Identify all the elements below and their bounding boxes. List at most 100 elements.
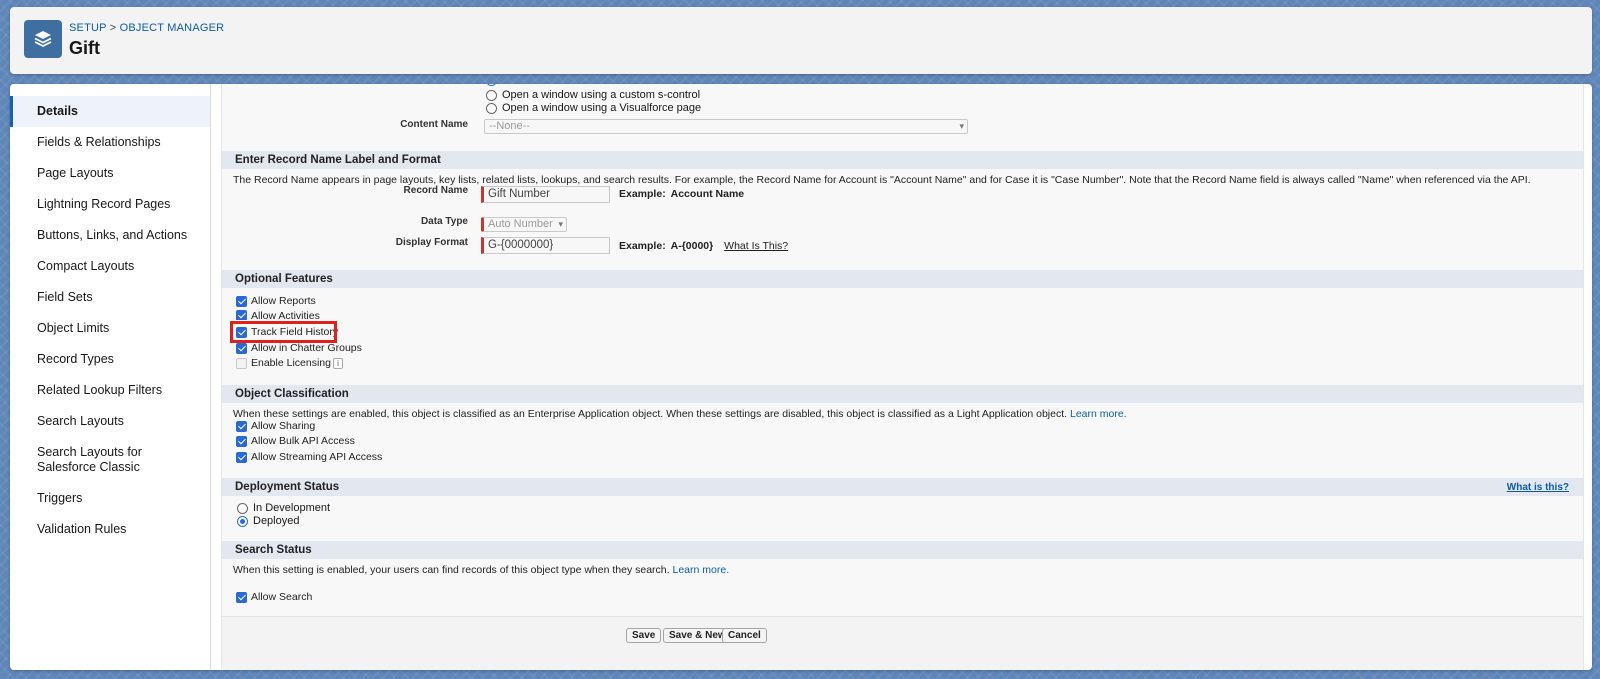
breadcrumb-setup[interactable]: SETUP (69, 22, 106, 34)
display-format-input[interactable]: G-{0000000} (481, 237, 610, 254)
allow-search-checkbox-row[interactable]: Allow Search (236, 591, 312, 603)
sidebar-item-buttons-links-actions[interactable]: Buttons, Links, and Actions (10, 220, 210, 251)
allow-search-checkbox[interactable] (236, 591, 247, 603)
sidebar-item-details[interactable]: Details (10, 96, 210, 127)
breadcrumb-object-manager[interactable]: OBJECT MANAGER (120, 22, 225, 34)
deployed-option[interactable]: Deployed (237, 515, 299, 527)
object-classification-learn-more-link[interactable]: Learn more. (1070, 408, 1127, 420)
record-name-example: Example: Account Name (619, 188, 746, 200)
sidebar-item-related-lookup-filters[interactable]: Related Lookup Filters (10, 375, 210, 406)
save-button[interactable]: Save (626, 628, 662, 643)
radio-s-control[interactable] (486, 89, 497, 101)
record-name-input[interactable]: Gift Number (481, 186, 610, 203)
deployment-what-is-this-link[interactable]: What is this? (1507, 482, 1569, 493)
section-deployment-status: Deployment Status What is this? (222, 478, 1583, 496)
form-button-bar: Save Save & New Cancel (222, 616, 1583, 670)
allow-chatter-groups-label: Allow in Chatter Groups (251, 342, 362, 354)
allow-bulk-api-label: Allow Bulk API Access (251, 435, 355, 447)
section-search-status: Search Status (222, 541, 1583, 559)
radio-standard-help[interactable] (486, 84, 497, 86)
enable-licensing-checkbox-row[interactable]: Enable Licensing i (236, 357, 343, 369)
sidebar-item-object-limits[interactable]: Object Limits (10, 313, 210, 344)
cancel-button[interactable]: Cancel (722, 628, 767, 643)
sidebar-item-fields-relationships[interactable]: Fields & Relationships (10, 127, 210, 158)
section-optional-features-title: Optional Features (235, 273, 333, 285)
sidebar-item-search-layouts-classic[interactable]: Search Layouts for Salesforce Classic (10, 437, 200, 483)
breadcrumb: SETUP > OBJECT MANAGER (69, 22, 224, 34)
allow-sharing-checkbox[interactable] (236, 420, 247, 432)
sidebar-item-page-layouts[interactable]: Page Layouts (10, 158, 210, 189)
record-name-label: Record Name (403, 185, 468, 196)
in-development-radio[interactable] (237, 502, 248, 514)
allow-chatter-groups-checkbox-row[interactable]: Allow in Chatter Groups (236, 342, 362, 354)
sidebar-item-search-layouts[interactable]: Search Layouts (10, 406, 210, 437)
help-option-visualforce-label: Open a window using a Visualforce page (502, 102, 702, 114)
in-development-label: In Development (253, 502, 331, 514)
chevron-down-icon: ▾ (558, 219, 563, 229)
sidebar-item-triggers[interactable]: Triggers (10, 483, 210, 514)
allow-reports-checkbox-row[interactable]: Allow Reports (236, 295, 316, 307)
sidebar-item-field-sets[interactable]: Field Sets (10, 282, 210, 313)
allow-streaming-api-checkbox[interactable] (236, 451, 247, 463)
section-object-classification-title: Object Classification (235, 388, 349, 400)
enable-licensing-label: Enable Licensing (251, 357, 331, 369)
allow-bulk-api-checkbox[interactable] (236, 435, 247, 447)
data-type-label: Data Type (420, 216, 468, 227)
in-development-option[interactable]: In Development (237, 502, 330, 514)
content-name-select[interactable]: --None-- ▾ (484, 119, 968, 134)
help-setting-option-clipped[interactable] (486, 84, 497, 86)
allow-sharing-label: Allow Sharing (251, 420, 316, 432)
sidebar-item-lightning-record-pages[interactable]: Lightning Record Pages (10, 189, 210, 220)
page-title: Gift (69, 38, 100, 58)
enable-licensing-checkbox[interactable] (236, 357, 247, 369)
allow-reports-label: Allow Reports (251, 295, 316, 307)
section-record-name-title: Enter Record Name Label and Format (235, 154, 441, 166)
search-status-learn-more-link[interactable]: Learn more. (673, 564, 730, 576)
search-status-description: When this setting is enabled, your users… (233, 564, 729, 576)
sidebar-item-compact-layouts[interactable]: Compact Layouts (10, 251, 210, 282)
allow-streaming-api-label: Allow Streaming API Access (251, 451, 383, 463)
track-field-history-highlight (230, 321, 337, 343)
help-option-s-control-label: Open a window using a custom s-control (502, 89, 701, 101)
section-record-name: Enter Record Name Label and Format (222, 151, 1583, 169)
allow-sharing-checkbox-row[interactable]: Allow Sharing (236, 420, 315, 432)
display-format-example-value: A-{0000} (670, 240, 714, 252)
radio-visualforce[interactable] (486, 102, 497, 114)
data-type-select[interactable]: Auto Number ▾ (481, 217, 567, 232)
record-name-example-label: Example: (619, 188, 666, 200)
section-optional-features: Optional Features (222, 270, 1583, 288)
allow-streaming-api-checkbox-row[interactable]: Allow Streaming API Access (236, 451, 382, 463)
breadcrumb-separator: > (106, 22, 120, 34)
chevron-down-icon: ▾ (959, 121, 964, 131)
info-icon[interactable]: i (332, 357, 343, 369)
sidebar-item-record-types[interactable]: Record Types (10, 344, 210, 375)
content-name-label: Content Name (400, 119, 468, 130)
data-type-value: Auto Number (488, 218, 553, 230)
allow-activities-checkbox-row[interactable]: Allow Activities (236, 310, 320, 320)
sidebar-nav: Details Fields & Relationships Page Layo… (10, 84, 211, 670)
allow-search-label: Allow Search (251, 591, 313, 603)
layers-icon (24, 20, 62, 58)
sidebar-item-validation-rules[interactable]: Validation Rules (10, 514, 210, 545)
record-name-example-value: Account Name (670, 188, 745, 200)
help-option-visualforce[interactable]: Open a window using a Visualforce page (486, 102, 701, 114)
deployed-label: Deployed (253, 515, 300, 527)
display-format-label: Display Format (395, 237, 468, 248)
deployed-radio[interactable] (237, 515, 248, 527)
object-header: SETUP > OBJECT MANAGER Gift (10, 7, 1592, 74)
what-is-this-link[interactable]: What Is This? (724, 240, 788, 252)
section-search-status-title: Search Status (235, 544, 312, 556)
allow-bulk-api-checkbox-row[interactable]: Allow Bulk API Access (236, 435, 355, 447)
allow-activities-checkbox[interactable] (236, 310, 247, 320)
section-object-classification: Object Classification (222, 385, 1583, 403)
object-classification-description-text: When these settings are enabled, this ob… (233, 408, 1068, 420)
display-format-example: Example: A-{0000} What Is This? (619, 240, 788, 252)
display-format-example-label: Example: (619, 240, 666, 252)
search-status-description-text: When this setting is enabled, your users… (233, 564, 670, 576)
allow-reports-checkbox[interactable] (236, 295, 247, 307)
help-option-s-control[interactable]: Open a window using a custom s-control (486, 89, 700, 101)
allow-activities-label: Allow Activities (251, 310, 320, 320)
section-deployment-status-title: Deployment Status (235, 481, 340, 493)
content-name-value: --None-- (489, 120, 530, 132)
allow-chatter-groups-checkbox[interactable] (236, 342, 247, 354)
